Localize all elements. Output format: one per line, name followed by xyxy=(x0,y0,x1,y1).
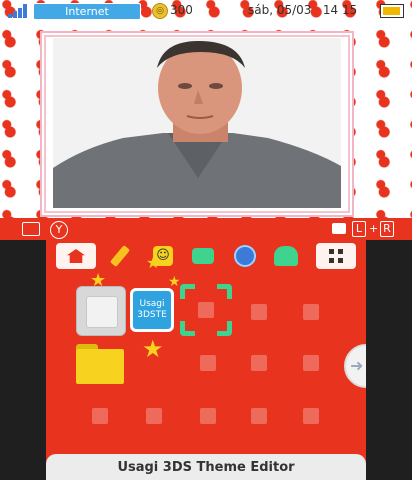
usagi-editor-app-icon[interactable]: Usagi 3DSTE xyxy=(130,288,174,332)
play-coin-icon: ◎ xyxy=(152,3,168,19)
view-toggle-button[interactable] xyxy=(316,243,356,269)
app-icon-inner xyxy=(86,296,118,328)
plus-sign: + xyxy=(369,222,379,235)
miiverse-button[interactable] xyxy=(272,243,300,269)
scroll-right-button[interactable]: ➜ xyxy=(344,344,366,388)
folder-icon[interactable] xyxy=(76,344,124,384)
star-icon: ★ xyxy=(146,253,161,272)
empty-slot[interactable] xyxy=(92,408,108,424)
play-coin-count: 300 xyxy=(170,3,193,17)
grid-icon xyxy=(329,249,343,263)
empty-slot[interactable] xyxy=(200,408,216,424)
star-icon: ★ xyxy=(142,335,164,363)
selection-cursor xyxy=(180,284,232,336)
empty-slot[interactable] xyxy=(303,408,319,424)
selected-app-title: Usagi 3DS Theme Editor xyxy=(46,454,366,480)
settings-home-button[interactable] xyxy=(56,243,96,269)
empty-slot[interactable] xyxy=(251,355,267,371)
empty-slot[interactable] xyxy=(303,355,319,371)
date-time: sáb, 05/03 14 15 xyxy=(248,3,357,17)
portrait-image xyxy=(53,38,341,208)
date-text: sáb, 05/03 xyxy=(248,3,312,17)
browser-button[interactable] xyxy=(231,243,259,269)
house-wrench-icon xyxy=(67,249,85,263)
battery-icon xyxy=(380,4,404,18)
signal-icon xyxy=(8,4,30,18)
top-screen: Internet ◎ 300 sáb, 05/03 14 15 Y L + R xyxy=(0,0,412,240)
camera-button[interactable] xyxy=(22,221,40,237)
empty-slot[interactable] xyxy=(303,304,319,320)
l-button[interactable]: L xyxy=(352,221,366,237)
empty-slot[interactable] xyxy=(251,304,267,320)
globe-icon xyxy=(234,245,256,267)
home-menu: ☺ ★ ★ ★ ★ Usagi 3DSTE ➜ Usagi 3DS Theme … xyxy=(46,240,366,480)
network-status: Internet xyxy=(33,3,141,20)
arrow-right-icon: ➜ xyxy=(350,356,364,375)
status-bar: Internet ◎ 300 sáb, 05/03 14 15 xyxy=(0,0,412,22)
empty-slot[interactable] xyxy=(146,408,162,424)
empty-slot[interactable] xyxy=(200,355,216,371)
y-button[interactable]: Y xyxy=(50,221,68,239)
people-icon xyxy=(274,246,298,266)
home-icon-bar: ☺ xyxy=(46,240,366,272)
app-icon-gray[interactable] xyxy=(76,286,126,336)
pencil-icon xyxy=(109,245,131,267)
notes-button[interactable] xyxy=(106,243,134,269)
empty-slot[interactable] xyxy=(251,408,267,424)
app-icon-label: Usagi 3DSTE xyxy=(137,299,167,320)
empty-slot[interactable] xyxy=(198,302,214,318)
time-text: 14 15 xyxy=(322,3,358,17)
camera-icon xyxy=(332,223,346,234)
screenshot-button[interactable] xyxy=(332,221,346,237)
notifications-button[interactable] xyxy=(189,243,217,269)
top-shortcut-bar: Y L + R xyxy=(0,218,412,240)
speech-bubble-icon xyxy=(192,248,214,264)
camera-icon xyxy=(22,222,40,236)
r-button[interactable]: R xyxy=(380,221,394,237)
